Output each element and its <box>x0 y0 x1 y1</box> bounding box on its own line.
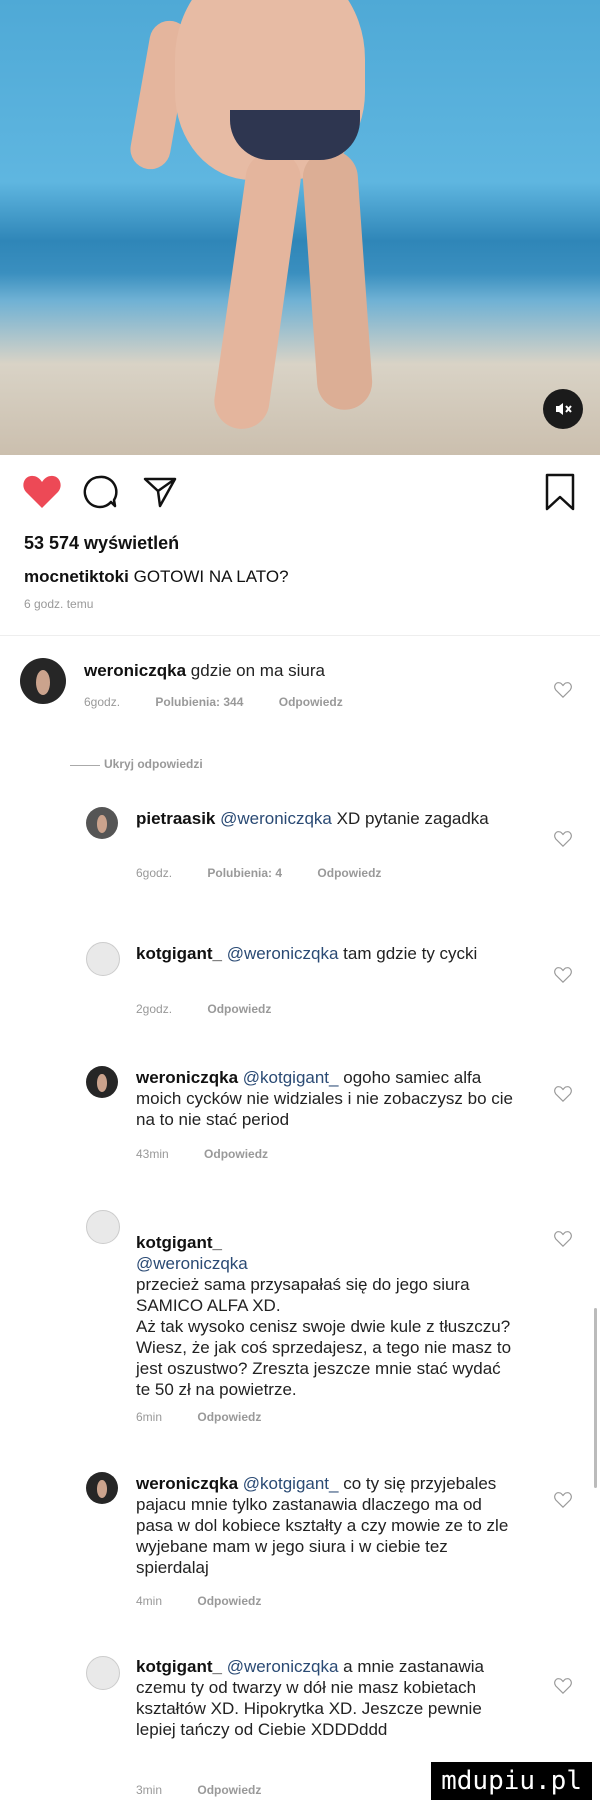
avatar[interactable] <box>86 942 120 976</box>
comment-meta: 4min Odpowiedz <box>136 1594 262 1608</box>
comment-text: kotgigant_ @weroniczqka przecież sama pr… <box>136 1233 512 1399</box>
video-figure-trunks <box>230 110 360 160</box>
action-bar <box>0 470 600 520</box>
comment-meta: 6godz. Polubienia: 344 Odpowiedz <box>84 695 343 709</box>
share-icon <box>143 477 177 508</box>
avatar[interactable] <box>20 658 66 704</box>
comment-text: pietraasik @weroniczqka XD pytanie zagad… <box>136 809 489 828</box>
video-figure-leg <box>300 148 375 412</box>
heart-outline-icon[interactable] <box>554 1491 572 1509</box>
heart-outline-icon[interactable] <box>554 681 572 699</box>
reply-button[interactable]: Odpowiedz <box>197 1410 261 1424</box>
heart-outline-icon[interactable] <box>554 1677 572 1695</box>
post-caption: mocnetiktoki GOTOWI NA LATO? <box>24 567 289 587</box>
comment-user[interactable]: weroniczqka <box>136 1068 238 1087</box>
comment-meta: 3min Odpowiedz <box>136 1783 262 1797</box>
avatar[interactable] <box>86 1210 120 1244</box>
avatar[interactable] <box>86 1472 118 1504</box>
comment-text: kotgigant_ @weroniczqka a mnie zastanawi… <box>136 1657 484 1739</box>
heart-outline-icon[interactable] <box>554 966 572 984</box>
mute-icon <box>556 403 572 415</box>
comment-user[interactable]: kotgigant_ <box>136 1657 222 1676</box>
comment-text: kotgigant_ @weroniczqka tam gdzie ty cyc… <box>136 944 478 963</box>
view-count: 53 574 wyświetleń <box>24 533 180 553</box>
divider <box>0 635 600 636</box>
mute-button[interactable] <box>543 389 583 429</box>
post-video[interactable] <box>0 0 600 455</box>
post-time: 6 godz. temu <box>24 597 94 611</box>
share-button[interactable] <box>138 470 182 514</box>
comment-user[interactable]: kotgigant_ <box>136 1233 222 1252</box>
comment-user[interactable]: kotgigant_ <box>136 944 222 963</box>
comment-user[interactable]: weroniczqka <box>84 661 186 680</box>
scrollbar[interactable] <box>594 1308 597 1488</box>
comment-meta: 6godz. Polubienia: 4 Odpowiedz <box>136 866 382 880</box>
heart-outline-icon[interactable] <box>554 1085 572 1103</box>
comment-meta: 6min Odpowiedz <box>136 1410 262 1424</box>
comment-meta: 2godz. Odpowiedz <box>136 1002 272 1016</box>
reply-button[interactable]: Odpowiedz <box>204 1147 268 1161</box>
bookmark-icon <box>545 473 575 511</box>
like-button[interactable] <box>20 470 64 514</box>
hide-replies-button[interactable]: Ukryj odpowiedzi <box>104 757 203 771</box>
heart-icon <box>23 475 61 508</box>
caption-text: GOTOWI NA LATO? <box>133 567 289 586</box>
reply-button[interactable]: Odpowiedz <box>197 1783 261 1797</box>
video-figure-leg <box>210 147 305 433</box>
watermark: mdupiu.pl <box>431 1762 592 1800</box>
comment-text: weroniczqka @kotgigant_ co ty się przyje… <box>136 1474 509 1577</box>
comment-button[interactable] <box>78 470 122 514</box>
post-author[interactable]: mocnetiktoki <box>24 567 129 586</box>
heart-outline-icon[interactable] <box>554 1230 572 1248</box>
reply-button[interactable]: Odpowiedz <box>207 1002 271 1016</box>
comment-text: weroniczqka gdzie on ma siura <box>84 661 325 680</box>
heart-outline-icon[interactable] <box>554 830 572 848</box>
comment-icon <box>83 475 118 509</box>
divider <box>70 765 100 766</box>
avatar[interactable] <box>86 807 118 839</box>
avatar[interactable] <box>86 1066 118 1098</box>
comment-meta: 43min Odpowiedz <box>136 1147 269 1161</box>
reply-button[interactable]: Odpowiedz <box>197 1594 261 1608</box>
comment-user[interactable]: weroniczqka <box>136 1474 238 1493</box>
reply-button[interactable]: Odpowiedz <box>317 866 381 880</box>
reply-button[interactable]: Odpowiedz <box>279 695 343 709</box>
comment-text: weroniczqka @kotgigant_ ogoho samiec alf… <box>136 1068 513 1129</box>
avatar[interactable] <box>86 1656 120 1690</box>
bookmark-button[interactable] <box>538 470 582 514</box>
comment-user[interactable]: pietraasik <box>136 809 215 828</box>
